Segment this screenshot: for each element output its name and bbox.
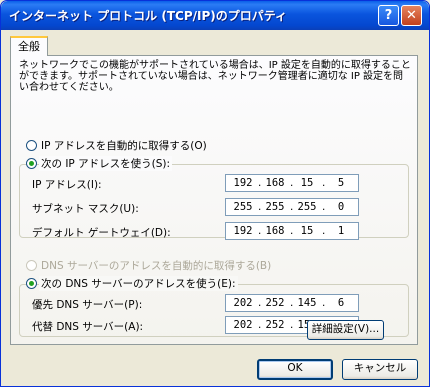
ip-auto-radio[interactable]	[26, 140, 37, 151]
octet-separator: .	[322, 297, 326, 309]
octet-separator: .	[258, 225, 262, 237]
ip-address-field[interactable]: 192 . 168 . 15 . 5	[225, 174, 359, 192]
close-button[interactable]: ✕	[401, 5, 422, 26]
octet-separator: .	[290, 225, 294, 237]
octet-separator: .	[290, 319, 294, 331]
ip-manual-label[interactable]: 次の IP アドレスを使う(S):	[39, 156, 172, 171]
dns-auto-radio[interactable]	[26, 260, 37, 271]
ip-auto-label[interactable]: IP アドレスを自動的に取得する(O)	[41, 138, 207, 153]
octet-separator: .	[258, 177, 262, 189]
octet-separator: .	[258, 297, 262, 309]
octet-separator: .	[290, 201, 294, 213]
octet: 6	[337, 297, 345, 309]
octet: 168	[265, 177, 285, 189]
tab-panel-general: ネットワークでこの機能がサポートされている場合は、IP 設定を自動的に取得するこ…	[10, 55, 418, 345]
ip-address-label: IP アドレス(I):	[32, 179, 102, 191]
octet: 15	[300, 177, 314, 189]
octet: 145	[297, 297, 317, 309]
properties-dialog: インターネット プロトコル (TCP/IP)のプロパティ ? ✕ 全般 ネットワ…	[0, 0, 430, 387]
octet-separator: .	[258, 319, 262, 331]
default-gateway-label: デフォルト ゲートウェイ(D):	[32, 227, 171, 239]
octet-separator: .	[322, 177, 326, 189]
ip-manual-radio[interactable]	[26, 158, 37, 169]
preferred-dns-label: 優先 DNS サーバー(P):	[32, 299, 143, 311]
dns-auto-label[interactable]: DNS サーバーのアドレスを自動的に取得する(B)	[41, 258, 271, 273]
help-button[interactable]: ?	[378, 5, 399, 26]
octet: 255	[297, 201, 317, 213]
alternate-dns-label: 代替 DNS サーバー(A):	[32, 321, 144, 333]
octet: 1	[337, 225, 345, 237]
octet-separator: .	[322, 201, 326, 213]
octet: 192	[233, 177, 253, 189]
octet-separator: .	[290, 177, 294, 189]
octet: 202	[233, 297, 253, 309]
dialog-client-area: 全般 ネットワークでこの機能がサポートされている場合は、IP 設定を自動的に取得…	[4, 30, 426, 383]
dns-manual-label[interactable]: 次の DNS サーバーのアドレスを使う(E):	[39, 276, 238, 291]
octet: 5	[337, 177, 345, 189]
octet: 255	[265, 201, 285, 213]
octet: 168	[265, 225, 285, 237]
title-bar[interactable]: インターネット プロトコル (TCP/IP)のプロパティ ? ✕	[1, 1, 429, 30]
octet-separator: .	[322, 225, 326, 237]
subnet-mask-label: サブネット マスク(U):	[32, 203, 139, 215]
tab-general[interactable]: 全般	[10, 36, 48, 56]
window-title: インターネット プロトコル (TCP/IP)のプロパティ	[9, 9, 288, 23]
preferred-dns-field[interactable]: 202 . 252 . 145 . 6	[225, 294, 359, 312]
octet: 252	[265, 319, 285, 331]
octet-separator: .	[258, 201, 262, 213]
octet-separator: .	[290, 297, 294, 309]
advanced-button[interactable]: 詳細設定(V)...	[307, 320, 384, 340]
default-gateway-field[interactable]: 192 . 168 . 15 . 1	[225, 222, 359, 240]
octet: 252	[265, 297, 285, 309]
octet: 255	[233, 201, 253, 213]
octet: 192	[233, 225, 253, 237]
dns-manual-radio[interactable]	[26, 278, 37, 289]
octet: 0	[337, 201, 345, 213]
subnet-mask-field[interactable]: 255 . 255 . 255 . 0	[225, 198, 359, 216]
octet: 202	[233, 319, 253, 331]
cancel-button[interactable]: キャンセル	[342, 359, 418, 380]
ok-button[interactable]: OK	[257, 359, 333, 380]
description-text: ネットワークでこの機能がサポートされている場合は、IP 設定を自動的に取得するこ…	[19, 60, 411, 93]
octet: 15	[300, 225, 314, 237]
